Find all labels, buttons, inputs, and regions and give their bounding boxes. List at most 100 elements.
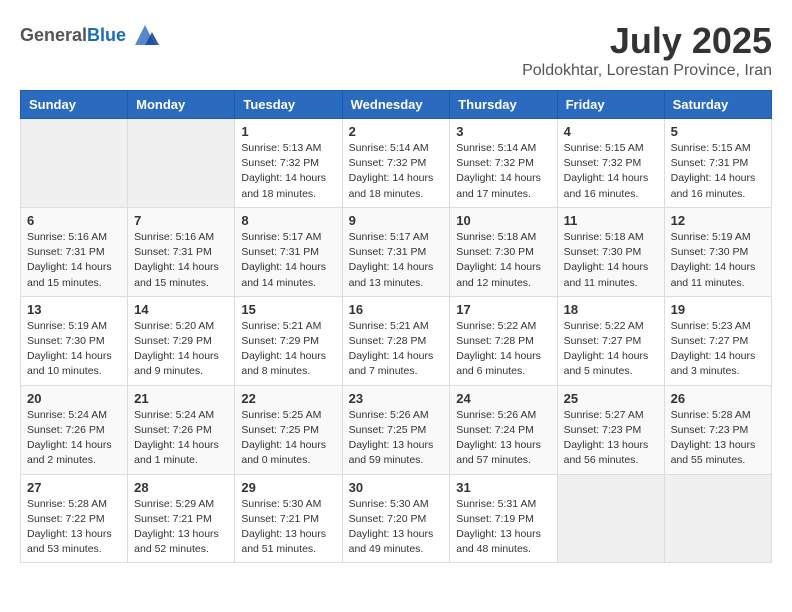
day-number: 9 — [349, 213, 444, 228]
day-number: 12 — [671, 213, 765, 228]
calendar-cell: 23 Sunrise: 5:26 AM Sunset: 7:25 PM Dayli… — [342, 385, 450, 474]
calendar-cell: 14 Sunrise: 5:20 AM Sunset: 7:29 PM Dayli… — [128, 296, 235, 385]
calendar-cell: 11Sunrise: 5:18 AM Sunset: 7:30 PM Dayli… — [557, 207, 664, 296]
day-number: 18 — [564, 302, 658, 317]
calendar-cell: 20 Sunrise: 5:24 AM Sunset: 7:26 PM Dayli… — [21, 385, 128, 474]
day-number: 26 — [671, 391, 765, 406]
weekday-header-saturday: Saturday — [664, 91, 771, 119]
day-number: 29 — [241, 480, 335, 495]
calendar-cell: 15 Sunrise: 5:21 AM Sunset: 7:29 PM Dayli… — [235, 296, 342, 385]
day-info: Sunrise: 5:18 AM Sunset: 7:30 PM Dayligh… — [564, 230, 658, 291]
day-number: 8 — [241, 213, 335, 228]
day-number: 2 — [349, 124, 444, 139]
day-number: 23 — [349, 391, 444, 406]
day-info: Sunrise: 5:26 AM Sunset: 7:25 PM Dayligh… — [349, 408, 444, 469]
day-info: Sunrise: 5:26 AM Sunset: 7:24 PM Dayligh… — [456, 408, 550, 469]
logo: GeneralBlue — [20, 20, 160, 50]
day-number: 27 — [27, 480, 121, 495]
calendar-cell: 12 Sunrise: 5:19 AM Sunset: 7:30 PM Dayli… — [664, 207, 771, 296]
day-info: Sunrise: 5:24 AM Sunset: 7:26 PM Dayligh… — [134, 408, 228, 469]
calendar-cell — [664, 474, 771, 563]
calendar-cell: 18 Sunrise: 5:22 AM Sunset: 7:27 PM Dayli… — [557, 296, 664, 385]
day-number: 5 — [671, 124, 765, 139]
day-info: Sunrise: 5:18 AM Sunset: 7:30 PM Dayligh… — [456, 230, 550, 291]
header: GeneralBlue July 2025 Poldokhtar, Lorest… — [20, 20, 772, 80]
month-title: July 2025 — [522, 20, 772, 62]
day-number: 3 — [456, 124, 550, 139]
day-info: Sunrise: 5:22 AM Sunset: 7:27 PM Dayligh… — [564, 319, 658, 380]
day-info: Sunrise: 5:31 AM Sunset: 7:19 PM Dayligh… — [456, 497, 550, 558]
day-number: 4 — [564, 124, 658, 139]
week-row-3: 13 Sunrise: 5:19 AM Sunset: 7:30 PM Dayli… — [21, 296, 772, 385]
calendar-cell: 19 Sunrise: 5:23 AM Sunset: 7:27 PM Dayli… — [664, 296, 771, 385]
day-info: Sunrise: 5:14 AM Sunset: 7:32 PM Dayligh… — [456, 141, 550, 202]
title-section: July 2025 Poldokhtar, Lorestan Province,… — [522, 20, 772, 80]
calendar-cell: 28Sunrise: 5:29 AM Sunset: 7:21 PM Dayli… — [128, 474, 235, 563]
calendar-cell: 6 Sunrise: 5:16 AM Sunset: 7:31 PM Daylig… — [21, 207, 128, 296]
day-number: 13 — [27, 302, 121, 317]
day-number: 10 — [456, 213, 550, 228]
day-info: Sunrise: 5:25 AM Sunset: 7:25 PM Dayligh… — [241, 408, 335, 469]
day-info: Sunrise: 5:23 AM Sunset: 7:27 PM Dayligh… — [671, 319, 765, 380]
day-info: Sunrise: 5:13 AM Sunset: 7:32 PM Dayligh… — [241, 141, 335, 202]
weekday-header-friday: Friday — [557, 91, 664, 119]
calendar-cell: 27Sunrise: 5:28 AM Sunset: 7:22 PM Dayli… — [21, 474, 128, 563]
weekday-header-monday: Monday — [128, 91, 235, 119]
calendar-cell: 10 Sunrise: 5:18 AM Sunset: 7:30 PM Dayli… — [450, 207, 557, 296]
day-number: 24 — [456, 391, 550, 406]
calendar-cell: 21 Sunrise: 5:24 AM Sunset: 7:26 PM Dayli… — [128, 385, 235, 474]
day-info: Sunrise: 5:20 AM Sunset: 7:29 PM Dayligh… — [134, 319, 228, 380]
day-number: 19 — [671, 302, 765, 317]
day-number: 14 — [134, 302, 228, 317]
day-info: Sunrise: 5:21 AM Sunset: 7:28 PM Dayligh… — [349, 319, 444, 380]
calendar-cell: 17Sunrise: 5:22 AM Sunset: 7:28 PM Dayli… — [450, 296, 557, 385]
weekday-header-row: SundayMondayTuesdayWednesdayThursdayFrid… — [21, 91, 772, 119]
calendar-cell — [21, 119, 128, 208]
calendar-table: SundayMondayTuesdayWednesdayThursdayFrid… — [20, 90, 772, 563]
calendar-cell — [128, 119, 235, 208]
week-row-5: 27Sunrise: 5:28 AM Sunset: 7:22 PM Dayli… — [21, 474, 772, 563]
calendar-cell: 24 Sunrise: 5:26 AM Sunset: 7:24 PM Dayli… — [450, 385, 557, 474]
day-number: 28 — [134, 480, 228, 495]
week-row-1: 1 Sunrise: 5:13 AM Sunset: 7:32 PM Daylig… — [21, 119, 772, 208]
day-info: Sunrise: 5:24 AM Sunset: 7:26 PM Dayligh… — [27, 408, 121, 469]
weekday-header-tuesday: Tuesday — [235, 91, 342, 119]
day-number: 16 — [349, 302, 444, 317]
weekday-header-sunday: Sunday — [21, 91, 128, 119]
day-info: Sunrise: 5:17 AM Sunset: 7:31 PM Dayligh… — [349, 230, 444, 291]
calendar-cell: 16 Sunrise: 5:21 AM Sunset: 7:28 PM Dayli… — [342, 296, 450, 385]
day-info: Sunrise: 5:16 AM Sunset: 7:31 PM Dayligh… — [27, 230, 121, 291]
day-info: Sunrise: 5:21 AM Sunset: 7:29 PM Dayligh… — [241, 319, 335, 380]
day-number: 25 — [564, 391, 658, 406]
calendar-cell: 9 Sunrise: 5:17 AM Sunset: 7:31 PM Daylig… — [342, 207, 450, 296]
day-info: Sunrise: 5:27 AM Sunset: 7:23 PM Dayligh… — [564, 408, 658, 469]
calendar-cell: 7Sunrise: 5:16 AM Sunset: 7:31 PM Daylig… — [128, 207, 235, 296]
day-number: 31 — [456, 480, 550, 495]
day-number: 1 — [241, 124, 335, 139]
day-number: 21 — [134, 391, 228, 406]
day-info: Sunrise: 5:22 AM Sunset: 7:28 PM Dayligh… — [456, 319, 550, 380]
day-info: Sunrise: 5:15 AM Sunset: 7:31 PM Dayligh… — [671, 141, 765, 202]
day-info: Sunrise: 5:14 AM Sunset: 7:32 PM Dayligh… — [349, 141, 444, 202]
calendar-cell: 4Sunrise: 5:15 AM Sunset: 7:32 PM Daylig… — [557, 119, 664, 208]
calendar-cell: 26Sunrise: 5:28 AM Sunset: 7:23 PM Dayli… — [664, 385, 771, 474]
day-info: Sunrise: 5:19 AM Sunset: 7:30 PM Dayligh… — [671, 230, 765, 291]
day-number: 15 — [241, 302, 335, 317]
weekday-header-wednesday: Wednesday — [342, 91, 450, 119]
day-info: Sunrise: 5:19 AM Sunset: 7:30 PM Dayligh… — [27, 319, 121, 380]
weekday-header-thursday: Thursday — [450, 91, 557, 119]
calendar-cell: 2 Sunrise: 5:14 AM Sunset: 7:32 PM Daylig… — [342, 119, 450, 208]
calendar-cell: 5 Sunrise: 5:15 AM Sunset: 7:31 PM Daylig… — [664, 119, 771, 208]
calendar-cell: 3 Sunrise: 5:14 AM Sunset: 7:32 PM Daylig… — [450, 119, 557, 208]
calendar-cell: 8 Sunrise: 5:17 AM Sunset: 7:31 PM Daylig… — [235, 207, 342, 296]
calendar-cell — [557, 474, 664, 563]
day-number: 20 — [27, 391, 121, 406]
calendar-cell: 31 Sunrise: 5:31 AM Sunset: 7:19 PM Dayli… — [450, 474, 557, 563]
day-number: 30 — [349, 480, 444, 495]
calendar-cell: 25 Sunrise: 5:27 AM Sunset: 7:23 PM Dayli… — [557, 385, 664, 474]
day-number: 6 — [27, 213, 121, 228]
calendar-cell: 22Sunrise: 5:25 AM Sunset: 7:25 PM Dayli… — [235, 385, 342, 474]
day-info: Sunrise: 5:30 AM Sunset: 7:20 PM Dayligh… — [349, 497, 444, 558]
calendar-cell: 13 Sunrise: 5:19 AM Sunset: 7:30 PM Dayli… — [21, 296, 128, 385]
day-info: Sunrise: 5:17 AM Sunset: 7:31 PM Dayligh… — [241, 230, 335, 291]
